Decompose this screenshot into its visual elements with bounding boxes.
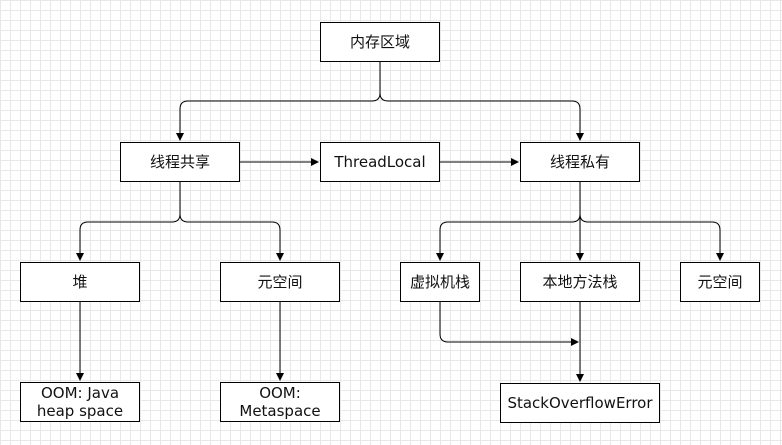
edge-private-to-vmstack — [436, 182, 581, 261]
edge-root-to-private — [379, 62, 584, 141]
node-memory-area: 内存区域 — [320, 22, 440, 62]
node-threadlocal: ThreadLocal — [320, 142, 440, 182]
connector-layer — [76, 62, 724, 382]
node-vm-stack: 虚拟机栈 — [400, 262, 480, 302]
node-native-method-stack: 本地方法栈 — [520, 262, 640, 302]
node-thread-private: 线程私有 — [520, 142, 640, 182]
edge-root-to-shared — [176, 62, 381, 141]
node-heap: 堆 — [20, 262, 140, 302]
node-oom-metaspace: OOM: Metaspace — [220, 382, 340, 422]
edge-private-to-metaspace — [579, 182, 724, 261]
node-thread-shared: 线程共享 — [120, 142, 240, 182]
edge-shared-to-metaspace — [179, 182, 284, 261]
node-metaspace-private: 元空间 — [680, 262, 760, 302]
node-oom-heap: OOM: Java heap space — [20, 382, 140, 422]
edge-shared-to-heap — [76, 182, 181, 261]
node-stack-overflow-error: StackOverflowError — [500, 383, 660, 423]
node-metaspace-shared: 元空间 — [220, 262, 340, 302]
edge-vmstack-to-join — [439, 302, 579, 346]
